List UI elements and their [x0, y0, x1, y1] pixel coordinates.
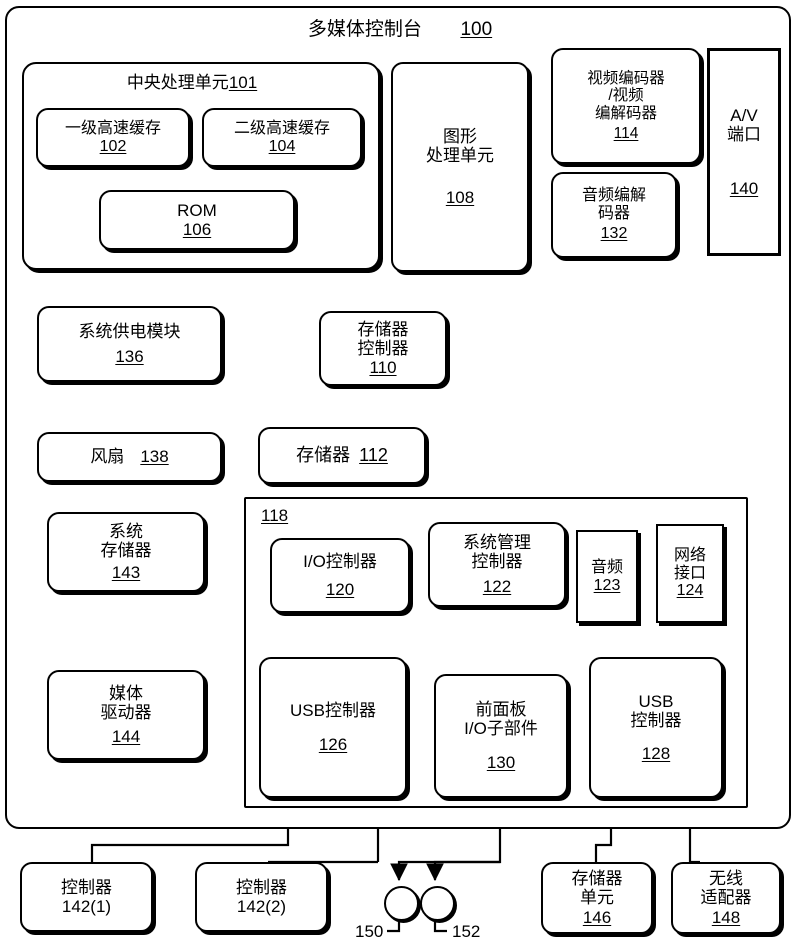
block-psu: 系统供电模块 136 [37, 306, 222, 382]
block-front-panel: 前面板 I/O子部件 130 [434, 674, 568, 798]
block-video-codec-label: 视频编码器 /视频 编解码器 [587, 69, 665, 122]
block-wireless: 无线 适配器 148 [671, 862, 781, 934]
block-av-port-ref: 140 [729, 178, 759, 198]
block-memory: 存储器 112 [258, 427, 426, 484]
block-fan-label: 风扇 [90, 447, 125, 467]
block-fan: 风扇 138 [37, 432, 222, 482]
block-controller-1-ref: 142(1) [61, 897, 112, 916]
block-usb-ctrl-2-label: USB 控制器 [630, 691, 682, 730]
block-sys-mgmt: 系统管理 控制器 122 [428, 522, 566, 607]
diagram-title-row: 多媒体控制台 100 [0, 14, 800, 41]
block-controller-1-label: 控制器 [61, 877, 112, 897]
marker-150-circle [384, 886, 419, 921]
cpu-header: 中央处理单元101 [22, 68, 362, 93]
block-gpu: 图形 处理单元 108 [391, 62, 529, 272]
block-controller-2: 控制器 142(2) [195, 862, 328, 932]
block-usb-ctrl-1-label: USB控制器 [290, 701, 376, 721]
block-audio-codec: 音频编解 码器 132 [551, 172, 677, 258]
block-sys-memory: 系统 存储器 143 [47, 512, 205, 592]
block-video-codec-ref: 114 [613, 124, 639, 142]
block-usb-ctrl-2-ref: 128 [641, 744, 671, 764]
block-video-codec: 视频编码器 /视频 编解码器 114 [551, 48, 701, 164]
block-l1cache: 一级高速缓存 102 [36, 108, 190, 167]
block-wireless-ref: 148 [711, 907, 741, 927]
block-io-ctrl-label: I/O控制器 [303, 552, 377, 572]
block-front-panel-label: 前面板 I/O子部件 [464, 700, 538, 739]
block-audio-codec-ref: 132 [600, 224, 628, 242]
block-usb-ctrl-2: USB 控制器 128 [589, 657, 723, 798]
marker-152-ref: 152 [452, 922, 481, 941]
block-mem-ctrl-ref: 110 [369, 358, 397, 378]
block-net-iface-label: 网络 接口 [673, 546, 706, 582]
block-gpu-ref: 108 [445, 187, 475, 207]
block-psu-label: 系统供电模块 [78, 321, 181, 341]
block-net-iface-ref: 124 [676, 582, 704, 600]
block-memory-label: 存储器 [296, 445, 351, 466]
block-audio-codec-label: 音频编解 码器 [581, 187, 646, 223]
block-sys-memory-label: 系统 存储器 [100, 522, 152, 561]
block-mem-ctrl: 存储器 控制器 110 [319, 311, 447, 386]
block-controller-1: 控制器 142(1) [20, 862, 153, 932]
block-controller-2-ref: 142(2) [236, 897, 287, 916]
block-media-drive-ref: 144 [111, 726, 141, 746]
block-l1cache-ref: 102 [99, 137, 127, 155]
cpu-label: 中央处理单元 [126, 73, 229, 92]
block-mem-ctrl-label: 存储器 控制器 [357, 319, 409, 358]
block-gpu-label: 图形 处理单元 [426, 127, 494, 166]
block-l2cache-ref: 104 [268, 137, 296, 155]
block-mem-unit-label: 存储器 单元 [571, 869, 623, 908]
block-media-drive-label: 媒体 驱动器 [100, 684, 152, 723]
block-l2cache-label: 二级高速缓存 [233, 119, 330, 137]
block-mem-unit-ref: 146 [582, 907, 612, 927]
block-fan-ref: 138 [140, 447, 169, 467]
block-io-ctrl-ref: 120 [325, 579, 355, 599]
block-controller-2-label: 控制器 [236, 877, 287, 897]
block-wireless-label: 无线 适配器 [700, 869, 752, 908]
block-audio-label: 音频 [590, 558, 623, 576]
block-sys-mgmt-label: 系统管理 控制器 [463, 532, 531, 571]
block-usb-ctrl-1: USB控制器 126 [259, 657, 407, 798]
diagram-title-ref: 100 [460, 19, 493, 40]
block-usb-ctrl-1-ref: 126 [318, 734, 348, 754]
block-media-drive: 媒体 驱动器 144 [47, 670, 205, 760]
block-mem-unit: 存储器 单元 146 [541, 862, 653, 934]
block-io-ctrl: I/O控制器 120 [270, 538, 410, 613]
block-net-iface: 网络 接口 124 [656, 524, 724, 623]
block-rom-label: ROM [177, 200, 217, 220]
block-l1cache-label: 一级高速缓存 [64, 119, 161, 137]
diagram-title: 多媒体控制台 [307, 19, 422, 40]
block-l2cache: 二级高速缓存 104 [202, 108, 362, 167]
block-sys-mgmt-ref: 122 [482, 577, 512, 597]
marker-152-circle [420, 886, 455, 921]
marker-150-ref: 150 [355, 922, 384, 941]
block-sys-memory-ref: 143 [111, 562, 141, 582]
io-hub-ref: 118 [261, 506, 289, 525]
block-audio-ref: 123 [593, 576, 621, 594]
block-memory-ref: 112 [359, 445, 388, 466]
block-front-panel-ref: 130 [486, 752, 516, 772]
block-audio: 音频 123 [576, 530, 638, 623]
patent-diagram: 多媒体控制台 100 中央处理单元101 一级高速缓存 102 二级高速缓存 1… [0, 0, 800, 943]
block-av-port-label: A/V 端口 [727, 106, 761, 145]
cpu-ref: 101 [228, 73, 258, 92]
block-rom: ROM 106 [99, 190, 295, 250]
block-av-port: A/V 端口 140 [707, 48, 781, 256]
block-rom-ref: 106 [182, 220, 212, 239]
block-psu-ref: 136 [115, 347, 144, 366]
